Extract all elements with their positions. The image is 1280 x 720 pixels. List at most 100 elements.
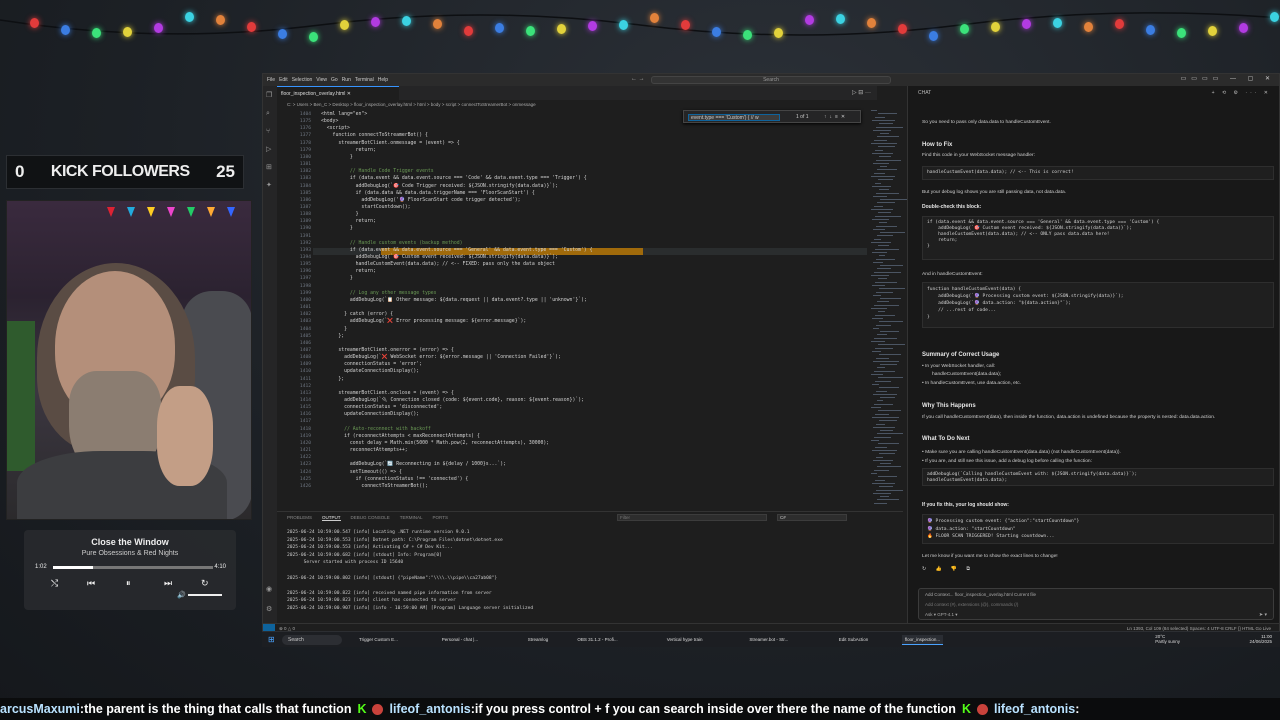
minimap-line	[879, 255, 885, 257]
menu-item-file[interactable]: File	[267, 77, 275, 83]
menu-item-view[interactable]: View	[316, 77, 327, 83]
editor-actions-icon[interactable]: ▷ ⊟ ···	[852, 89, 871, 96]
chat-fix-after: But your debug log shows you are still p…	[922, 190, 1067, 195]
code-line: return;	[321, 147, 376, 153]
menu-item-go[interactable]: Go	[331, 77, 338, 83]
webcam-feed	[6, 200, 252, 520]
send-icon[interactable]: ➤ ▾	[1259, 612, 1267, 618]
minimap-line	[876, 126, 903, 128]
panel-tab-output[interactable]: OUTPUT	[322, 515, 341, 521]
menu-item-terminal[interactable]: Terminal	[355, 77, 374, 83]
nav-arrows-icon[interactable]: ← →	[631, 76, 645, 82]
run-debug-icon[interactable]: ▷	[266, 146, 274, 154]
line-number: 1404	[299, 112, 311, 117]
previous-track-icon[interactable]: ⏮	[87, 578, 95, 589]
window-controls[interactable]: ▭▭▭▭ — ▢ ✕	[1181, 75, 1275, 82]
next-track-icon[interactable]: ⏭	[164, 578, 172, 589]
minimap-line	[874, 337, 897, 339]
manage-gear-icon[interactable]: ⚙	[266, 606, 274, 614]
account-icon[interactable]: ◉	[266, 586, 274, 594]
volume-slider[interactable]	[188, 594, 222, 596]
code-line: if (reconnectAttempts < maxReconnectAtte…	[321, 433, 480, 439]
chat-context-chip[interactable]: Add Context... floor_inspection_overlay.…	[925, 592, 1036, 597]
taskbar-app[interactable]: Personal - chat |...	[439, 635, 481, 645]
taskbar-app[interactable]: OBS 31.1.2 - Profi...	[574, 635, 620, 645]
code-line: reconnectAttempts++;	[321, 448, 408, 454]
code-line: if (connectionStatus !== 'connected') {	[321, 476, 469, 482]
line-number: 1399	[299, 290, 311, 296]
copilot-icon[interactable]: ✦	[266, 182, 274, 190]
line-number: 1420	[299, 440, 311, 446]
taskbar-app[interactable]: Streamlog	[525, 635, 552, 645]
line-number: 1415	[299, 405, 311, 411]
code-line: return;	[321, 219, 376, 225]
search-icon[interactable]: ⌕	[266, 110, 274, 118]
panel-tab-ports[interactable]: PORTS	[433, 515, 448, 520]
output-filter-input[interactable]: Filter	[617, 514, 767, 521]
taskbar-app[interactable]: Vertical hype train	[664, 635, 706, 645]
windows-start-icon[interactable]: ⊞	[268, 635, 275, 644]
panel-tab-problems[interactable]: PROBLEMS	[287, 515, 312, 520]
chat-input-placeholder[interactable]: Add context (#), extensions (@), command…	[925, 602, 1018, 607]
find-input[interactable]: event.type === 'Custom') { // w	[688, 114, 780, 121]
minimap-line	[877, 136, 899, 138]
menu-item-help[interactable]: Help	[378, 77, 388, 83]
explorer-icon[interactable]: ❐	[266, 92, 274, 100]
minimap-line	[877, 433, 903, 435]
code-line: addDebugLog(`🎯 Custom event received: ${…	[321, 255, 559, 260]
taskbar-search[interactable]: Search	[282, 635, 342, 645]
minimap[interactable]	[867, 110, 907, 510]
minimap-line	[872, 317, 883, 319]
minimap-line	[877, 334, 887, 336]
menu-item-edit[interactable]: Edit	[279, 77, 288, 83]
line-number: 1404	[299, 326, 311, 332]
taskbar-app[interactable]: Trigger Custom E...	[356, 635, 401, 645]
shuffle-icon[interactable]: ⤭	[51, 578, 58, 589]
chat-heading-fixed: If you fix this, your log should show:	[922, 502, 1009, 508]
code-editor[interactable]: 1404 <html lang="en"> 1375 <body> 1376 <scri…	[277, 110, 867, 510]
taskbar-app[interactable]: Streamer.bot - Str...	[746, 635, 791, 645]
minimap-line	[874, 436, 891, 438]
code-line: addDebugLog('🔮 FloorScanStart code trigg…	[321, 197, 521, 203]
chat-mode-select[interactable]: Ask ▾ GPT-4.1 ▾	[925, 612, 958, 618]
code-line: // Handle Code Trigger events	[321, 169, 434, 175]
chat-feedback-icons[interactable]: ↻ 👍 👎 ⧉	[922, 566, 974, 572]
taskbar-app[interactable]: floor_inspection...	[901, 635, 944, 645]
code-line: };	[321, 333, 345, 339]
minimap-line	[875, 116, 885, 118]
pause-icon[interactable]: ⏸	[126, 578, 131, 589]
chat-closing: Let me know if you want me to show the e…	[922, 554, 1058, 559]
command-search-input[interactable]: Search	[651, 76, 891, 84]
volume-icon[interactable]: 🔊	[177, 591, 186, 599]
find-nav-icons[interactable]: ↑↓≡✕	[824, 114, 848, 120]
panel-tab-debug-console[interactable]: DEBUG CONSOLE	[351, 515, 390, 520]
background-plant	[7, 321, 35, 471]
line-number: 1409	[299, 362, 311, 368]
editor-tab-active[interactable]: floor_inspection_overlay.html ✕	[277, 86, 399, 100]
chat-summary-1-text: In your WebSocket handler, call:	[925, 364, 996, 369]
minimap-line	[879, 354, 901, 356]
light-bulb	[526, 25, 535, 36]
chat-header-icons[interactable]: + ⟲ ⚙ ··· ✕	[1212, 90, 1271, 96]
minimap-line	[877, 466, 901, 468]
extensions-icon[interactable]: ⊞	[266, 164, 274, 172]
panel-tab-terminal[interactable]: TERMINAL	[400, 515, 423, 520]
line-number: 1395	[299, 262, 311, 268]
chat-heading-next: What To Do Next	[922, 436, 970, 442]
streamer-hand	[157, 386, 213, 486]
clock[interactable]: 11:00 24/06/2025	[1249, 634, 1272, 644]
code-line: }	[321, 326, 347, 332]
repeat-icon[interactable]: ↻	[201, 578, 209, 589]
chat-heading-fix: How to Fix	[922, 142, 953, 148]
source-control-icon[interactable]: ⑂	[266, 128, 274, 136]
track-progress-bar[interactable]	[53, 566, 213, 569]
weather-widget[interactable]: 20°C Partly sunny	[1155, 634, 1180, 644]
code-line: // Auto-reconnect with backoff	[321, 426, 431, 432]
chat-input-box[interactable]: Add Context... floor_inspection_overlay.…	[918, 588, 1274, 620]
menu-item-selection[interactable]: Selection	[292, 77, 313, 83]
taskbar-app[interactable]: Edit SubAction	[836, 635, 872, 645]
menu-item-run[interactable]: Run	[342, 77, 351, 83]
find-widget: event.type === 'Custom') { // w 1 of 1 ↑…	[683, 110, 861, 123]
breadcrumb[interactable]: C: > Users > Ben_C > Desktop > floor_ins…	[277, 100, 877, 110]
output-source-select[interactable]: C#	[777, 514, 847, 521]
